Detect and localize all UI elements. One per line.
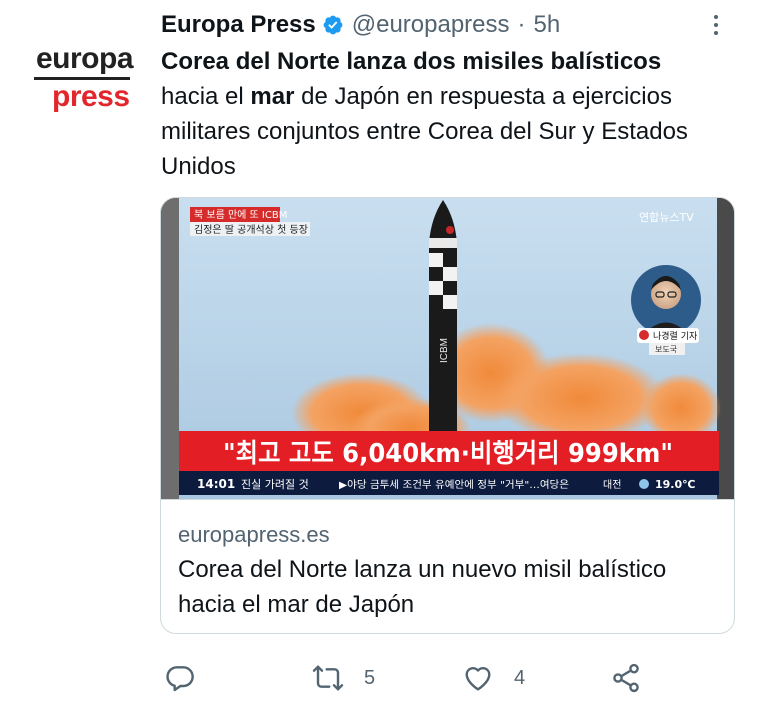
header-separator: · <box>517 11 526 38</box>
phone-icon <box>639 330 649 340</box>
tweet-actions: 5 4 <box>160 654 660 704</box>
ticker-clock: 14:01 <box>197 477 235 491</box>
card-image[interactable]: ICBM 북 보름 만에 또 ICBM 김정은 딸 공개석상 첫 등장 연합뉴스… <box>161 198 734 499</box>
avatar-logo-line2: press <box>52 80 130 113</box>
tweet-header: Europa Press @europapress · 5h <box>161 10 560 40</box>
link-card[interactable]: ICBM 북 보름 만에 또 ICBM 김정은 딸 공개석상 첫 등장 연합뉴스… <box>160 197 735 634</box>
weather-icon <box>639 479 649 489</box>
retweet-button[interactable]: 5 <box>312 654 375 702</box>
retweet-icon <box>312 665 344 691</box>
account-name[interactable]: Europa Press <box>161 11 316 39</box>
headline-text: "최고 고도 6,040km·비행거리 999km" <box>223 439 673 469</box>
reply-icon <box>166 666 194 692</box>
card-body[interactable]: europapress.es Corea del Norte lanza un … <box>161 499 734 633</box>
tweet-text-bold-word: mar <box>250 83 295 110</box>
news-badge-text: 북 보름 만에 또 ICBM <box>194 209 287 221</box>
account-handle[interactable]: @europapress <box>352 11 510 39</box>
tweet-text-part1: hacia el <box>161 83 251 110</box>
like-count: 4 <box>514 666 526 689</box>
tweet-timestamp[interactable]: 5h <box>534 11 561 39</box>
heart-icon <box>465 667 491 691</box>
reporter-dept: 보도국 <box>655 345 677 354</box>
missile-graphic: ICBM <box>429 200 457 433</box>
like-button[interactable]: 4 <box>462 654 525 702</box>
tweet-text-bold-lead: Corea del Norte lanza dos misiles balíst… <box>161 48 662 75</box>
share-icon <box>613 663 639 693</box>
tweet-text: Corea del Norte lanza dos misiles balíst… <box>161 44 741 184</box>
card-domain: europapress.es <box>178 522 330 547</box>
reply-button[interactable] <box>164 654 216 702</box>
channel-logo: 연합뉴스TV <box>639 211 694 224</box>
missile-markings: ICBM <box>439 338 450 363</box>
news-subcaption: 김정은 딸 공개석상 첫 등장 <box>194 224 308 236</box>
retweet-count: 5 <box>364 666 376 689</box>
share-button[interactable] <box>610 654 642 702</box>
card-title: Corea del Norte lanza un nuevo misil bal… <box>178 556 667 618</box>
ticker-text: ▶야당 금투세 조건부 유예안에 정부 "거부"…여당은 <box>339 479 569 491</box>
avatar-logo-line1: europa <box>36 42 134 75</box>
reporter-name: 나경렬 기자 <box>653 330 698 342</box>
weather-city: 대전 <box>603 479 621 491</box>
ticker-label: 진실 가려질 것 <box>241 478 309 491</box>
more-options-icon[interactable] <box>704 10 728 40</box>
smoke-cloud <box>496 353 666 443</box>
avatar[interactable]: europa press <box>18 20 138 124</box>
weather-temp: 19.0℃ <box>655 478 695 491</box>
verified-badge-icon <box>323 15 343 35</box>
